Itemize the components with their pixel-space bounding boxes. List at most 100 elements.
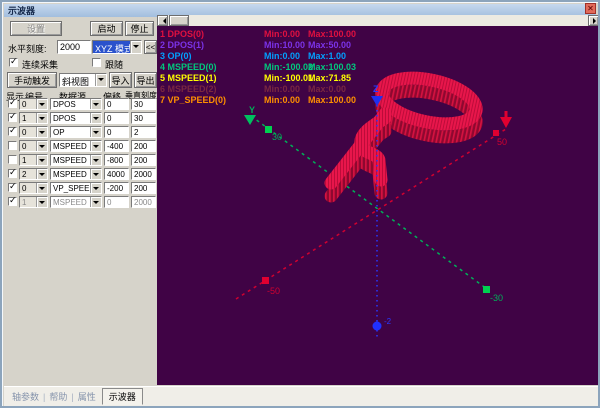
vscale-input[interactable]: 200	[131, 140, 156, 152]
export-button[interactable]: 导出	[134, 72, 157, 88]
scrollbar-thumb[interactable]	[169, 15, 189, 26]
data-source-select[interactable]: DPOS	[50, 112, 102, 124]
chevron-down-icon[interactable]	[130, 41, 141, 53]
axis-number-select[interactable]: 1	[19, 154, 48, 166]
chevron-down-icon[interactable]	[36, 197, 47, 207]
follow-label: 跟随	[105, 58, 123, 71]
chevron-down-icon[interactable]	[90, 141, 101, 151]
channel-checkbox[interactable]	[8, 113, 17, 122]
chevron-down-icon[interactable]	[36, 141, 47, 151]
x-axis-arrow-icon	[500, 117, 512, 128]
y-axis-tick-pos: 30	[272, 132, 282, 142]
view-select[interactable]: 斜视图	[59, 73, 107, 87]
axis-number-select[interactable]: 1	[19, 196, 48, 208]
chevron-down-icon[interactable]	[90, 169, 101, 179]
import-button[interactable]: 导入	[109, 72, 132, 88]
axis-number-select[interactable]: 0	[19, 126, 48, 138]
manual-trigger-button[interactable]: 手动触发	[7, 72, 57, 88]
channel-checkbox[interactable]	[8, 99, 17, 108]
axis-number-select[interactable]: 0	[19, 140, 48, 152]
data-source-select[interactable]: DPOS	[50, 98, 102, 110]
close-icon[interactable]: ✕	[585, 3, 596, 14]
y-axis-tick-neg: -30	[490, 293, 503, 303]
channel-checkbox[interactable]	[8, 155, 17, 164]
chevron-down-icon[interactable]	[36, 99, 47, 109]
axis-number-select[interactable]: 0	[19, 98, 48, 110]
view-select-value: 斜视图	[62, 77, 89, 87]
x-axis-tick-pos: 50	[497, 137, 507, 147]
mode-select[interactable]: XYZ 模式	[92, 40, 142, 54]
data-source-select[interactable]: VP_SPEED	[50, 182, 102, 194]
vscale-input[interactable]: 200	[131, 182, 156, 194]
dock-tabs: 轴参数 | 帮助 | 属性 示波器	[8, 388, 143, 405]
tab-oscilloscope[interactable]: 示波器	[102, 388, 143, 405]
chevron-down-icon[interactable]	[36, 127, 47, 137]
tab-axis-params[interactable]: 轴参数	[8, 389, 43, 404]
settings-button[interactable]: 设置	[10, 21, 62, 36]
chevron-down-icon[interactable]	[90, 99, 101, 109]
channel-checkbox[interactable]	[8, 141, 17, 150]
offset-input[interactable]: 0	[104, 112, 129, 124]
offset-input[interactable]: 0	[104, 126, 129, 138]
plot-horizontal-scrollbar[interactable]	[157, 15, 599, 26]
channel-checkbox[interactable]	[8, 197, 17, 206]
scroll-left-icon[interactable]	[157, 15, 168, 26]
continuous-checkbox[interactable]	[9, 58, 18, 67]
chevron-down-icon[interactable]	[90, 197, 101, 207]
vscale-input[interactable]: 200	[131, 154, 156, 166]
offset-input[interactable]: -800	[104, 154, 129, 166]
z-axis-letter: Z	[373, 84, 379, 94]
oscilloscope-window: 示波器 ✕ 设置 启动 停止 水平刻度: 2000 XYZ 模式 << 连续采集…	[0, 0, 600, 408]
data-source-select[interactable]: MSPEED	[50, 196, 102, 208]
y-axis-letter: Y	[249, 105, 255, 115]
channel-checkbox[interactable]	[8, 169, 17, 178]
axis-number-select[interactable]: 0	[19, 182, 48, 194]
chevron-down-icon[interactable]	[90, 155, 101, 165]
tab-help[interactable]: 帮助	[45, 389, 71, 404]
chevron-down-icon[interactable]	[90, 183, 101, 193]
offset-input[interactable]: 0	[104, 98, 129, 110]
hscale-input[interactable]: 2000	[57, 40, 91, 54]
offset-input[interactable]: -200	[104, 182, 129, 194]
vscale-input[interactable]: 30	[131, 98, 156, 110]
channel-checkbox[interactable]	[8, 127, 17, 136]
data-source-select[interactable]: MSPEED	[50, 154, 102, 166]
continuous-label: 连续采集	[22, 58, 58, 71]
data-source-select[interactable]: MSPEED	[50, 168, 102, 180]
offset-input[interactable]: 0	[104, 196, 129, 208]
follow-checkbox[interactable]	[92, 58, 101, 67]
vscale-input[interactable]: 2000	[131, 196, 156, 208]
status-bar: 轴参数 | 帮助 | 属性 示波器	[4, 386, 600, 408]
x-axis-arrow-icon	[505, 111, 508, 118]
plot-canvas[interactable]: 1 DPOS(0)Min:0.00Max:100.00 2 DPOS(1)Min…	[157, 26, 599, 385]
axis-number-select[interactable]: 1	[19, 112, 48, 124]
chevron-down-icon[interactable]	[36, 113, 47, 123]
control-panel: 设置 启动 停止 水平刻度: 2000 XYZ 模式 << 连续采集 跟随 手动…	[4, 17, 157, 386]
stop-button[interactable]: 停止	[125, 21, 154, 36]
axis-number-select[interactable]: 2	[19, 168, 48, 180]
scroll-right-icon[interactable]	[588, 15, 599, 26]
chevron-down-icon[interactable]	[90, 127, 101, 137]
collapse-button[interactable]: <<	[144, 40, 157, 54]
vscale-input[interactable]: 30	[131, 112, 156, 124]
vscale-input[interactable]: 2000	[131, 168, 156, 180]
channel-checkbox[interactable]	[8, 183, 17, 192]
y-axis-tick-marker	[265, 126, 272, 133]
chevron-down-icon[interactable]	[36, 155, 47, 165]
vscale-input[interactable]: 2	[131, 126, 156, 138]
hscale-label: 水平刻度:	[8, 42, 47, 55]
x-axis-tick-neg: -50	[267, 286, 280, 296]
chevron-down-icon[interactable]	[36, 169, 47, 179]
chevron-down-icon[interactable]	[95, 74, 106, 86]
chevron-down-icon[interactable]	[36, 183, 47, 193]
data-source-select[interactable]: MSPEED	[50, 140, 102, 152]
data-source-select[interactable]: OP	[50, 126, 102, 138]
start-button[interactable]: 启动	[90, 21, 123, 36]
chevron-down-icon[interactable]	[90, 113, 101, 123]
mode-select-value: XYZ 模式	[95, 44, 133, 54]
z-axis-neg-marker	[373, 322, 382, 331]
offset-input[interactable]: -400	[104, 140, 129, 152]
offset-input[interactable]: 4000	[104, 168, 129, 180]
window-title: 示波器	[4, 4, 35, 17]
tab-properties[interactable]: 属性	[74, 389, 100, 404]
